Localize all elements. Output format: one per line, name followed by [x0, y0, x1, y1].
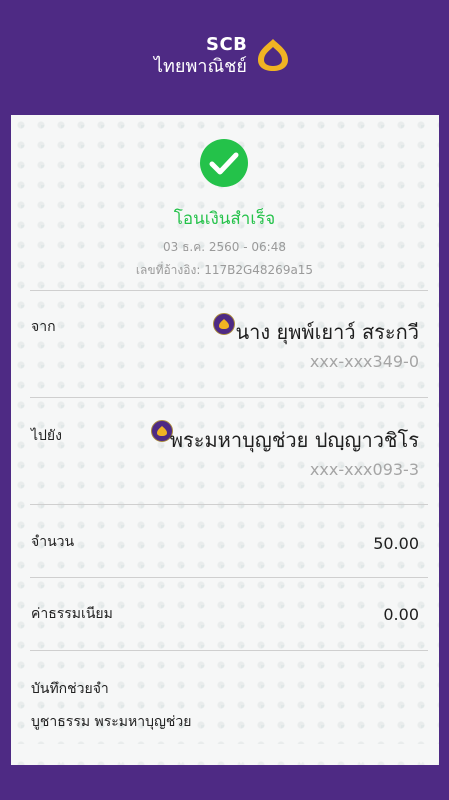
recipient-name: พระมหาบุญช่วย ปญฺญาวชิโร [169, 428, 419, 452]
fee-label: ค่าธรรมเนียม [31, 606, 113, 622]
recipient-account: xxx-xxx093-3 [309, 460, 419, 479]
divider [30, 290, 428, 291]
success-check-icon [200, 139, 248, 187]
memo-label: บันทึกช่วยจำ [31, 681, 109, 697]
fee-value: 0.00 [383, 605, 419, 624]
scb-logo: SCB ไทยพาณิชย์ [154, 34, 294, 78]
transfer-datetime: 03 ธ.ค. 2560 - 06:48 [163, 240, 286, 254]
divider [30, 577, 428, 578]
amount-value: 50.00 [373, 534, 419, 553]
scb-emblem-icon [258, 39, 288, 71]
app-header: SCB ไทยพาณิชย์ [0, 0, 449, 115]
divider [30, 397, 428, 398]
divider [30, 504, 428, 505]
receipt-torn-edge [11, 744, 439, 764]
amount-label: จำนวน [31, 534, 75, 550]
sender-name: นาง ยุพพ์เยาว์ สระกวี [235, 320, 419, 344]
sender-account: xxx-xxx349-0 [309, 352, 419, 371]
memo-value: บูชาธรรม พระมหาบุญช่วย [31, 714, 192, 730]
divider [30, 650, 428, 651]
logo-text-th: ไทยพาณิชย์ [154, 56, 247, 77]
reference-number: เลขที่อ้างอิง: 117B2G48269a15 [135, 263, 314, 277]
from-label: จาก [31, 319, 56, 335]
transfer-status: โอนเงินสำเร็จ [173, 209, 276, 229]
scb-logo-icon [213, 313, 235, 335]
to-label: ไปยัง [31, 428, 62, 444]
